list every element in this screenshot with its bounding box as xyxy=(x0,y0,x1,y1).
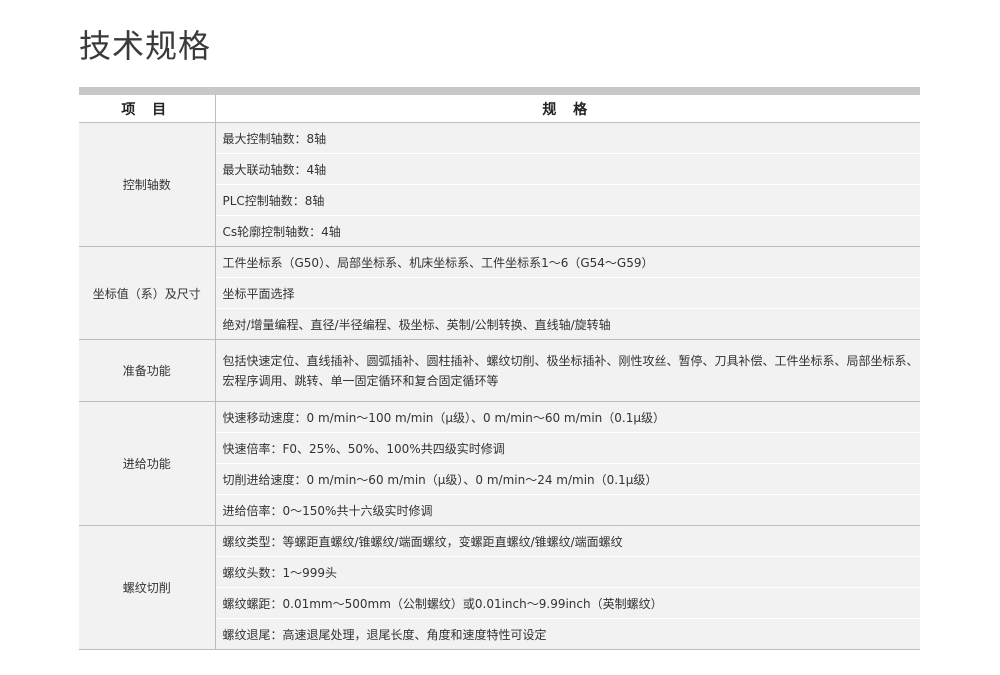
spec-cell: 快速移动速度：0 m/min～100 m/min（μ级）、0 m/min～60 … xyxy=(215,401,920,433)
page-title: 技术规格 xyxy=(79,27,212,65)
spec-cell: 工件坐标系（G50）、局部坐标系、机床坐标系、工件坐标系1～6（G54～G59） xyxy=(215,246,920,278)
spec-cell: 螺纹头数：1～999头 xyxy=(215,556,920,588)
spec-cell: 切削进给速度：0 m/min～60 m/min（μ级）、0 m/min～24 m… xyxy=(215,463,920,495)
spec-cell: 坐标平面选择 xyxy=(215,277,920,309)
header-spec: 规 格 xyxy=(215,95,920,123)
spec-cell: 最大控制轴数：8轴 xyxy=(215,122,920,154)
spec-cell: 螺纹类型：等螺距直螺纹/锥螺纹/端面螺纹，变螺距直螺纹/锥螺纹/端面螺纹 xyxy=(215,525,920,557)
spec-cell: 进给倍率：0～150%共十六级实时修调 xyxy=(215,494,920,526)
table-row: 控制轴数 最大控制轴数：8轴 xyxy=(79,122,920,247)
spec-cell: 包括快速定位、直线插补、圆弧插补、圆柱插补、螺纹切削、极坐标插补、刚性攻丝、暂停… xyxy=(215,339,920,402)
header-item: 项 目 xyxy=(79,95,216,123)
spec-cell: 螺纹螺距：0.01mm～500mm（公制螺纹）或0.01inch～9.99inc… xyxy=(215,587,920,619)
category-thread-cutting: 螺纹切削 xyxy=(79,525,216,650)
spec-cell: 最大联动轴数：4轴 xyxy=(215,153,920,185)
category-feed: 进给功能 xyxy=(79,401,216,526)
category-control-axes: 控制轴数 xyxy=(79,122,216,247)
table-row: 坐标值（系）及尺寸 工件坐标系（G50）、局部坐标系、机床坐标系、工件坐标系1～… xyxy=(79,246,920,340)
table-top-bar xyxy=(79,87,920,95)
spec-cell: Cs轮廓控制轴数：4轴 xyxy=(215,215,920,247)
table-row: 准备功能 包括快速定位、直线插补、圆弧插补、圆柱插补、螺纹切削、极坐标插补、刚性… xyxy=(79,339,920,402)
spec-cell: 快速倍率：F0、25%、50%、100%共四级实时修调 xyxy=(215,432,920,464)
table-row: 螺纹切削 螺纹类型：等螺距直螺纹/锥螺纹/端面螺纹，变螺距直螺纹/锥螺纹/端面螺… xyxy=(79,525,920,650)
category-coordinates: 坐标值（系）及尺寸 xyxy=(79,246,216,340)
category-preparatory: 准备功能 xyxy=(79,339,216,402)
spec-cell: 螺纹退尾：高速退尾处理，退尾长度、角度和速度特性可设定 xyxy=(215,618,920,650)
spec-cell: PLC控制轴数：8轴 xyxy=(215,184,920,216)
table-header-row: 项 目 规 格 xyxy=(79,95,920,123)
spec-table: 项 目 规 格 控制轴数 最大控制轴数：8轴 最大联动轴数：4轴 PLC控制轴数… xyxy=(79,95,920,650)
spec-cell: 绝对/增量编程、直径/半径编程、极坐标、英制/公制转换、直线轴/旋转轴 xyxy=(215,308,920,340)
table-row: 进给功能 快速移动速度：0 m/min～100 m/min（μ级）、0 m/mi… xyxy=(79,401,920,526)
